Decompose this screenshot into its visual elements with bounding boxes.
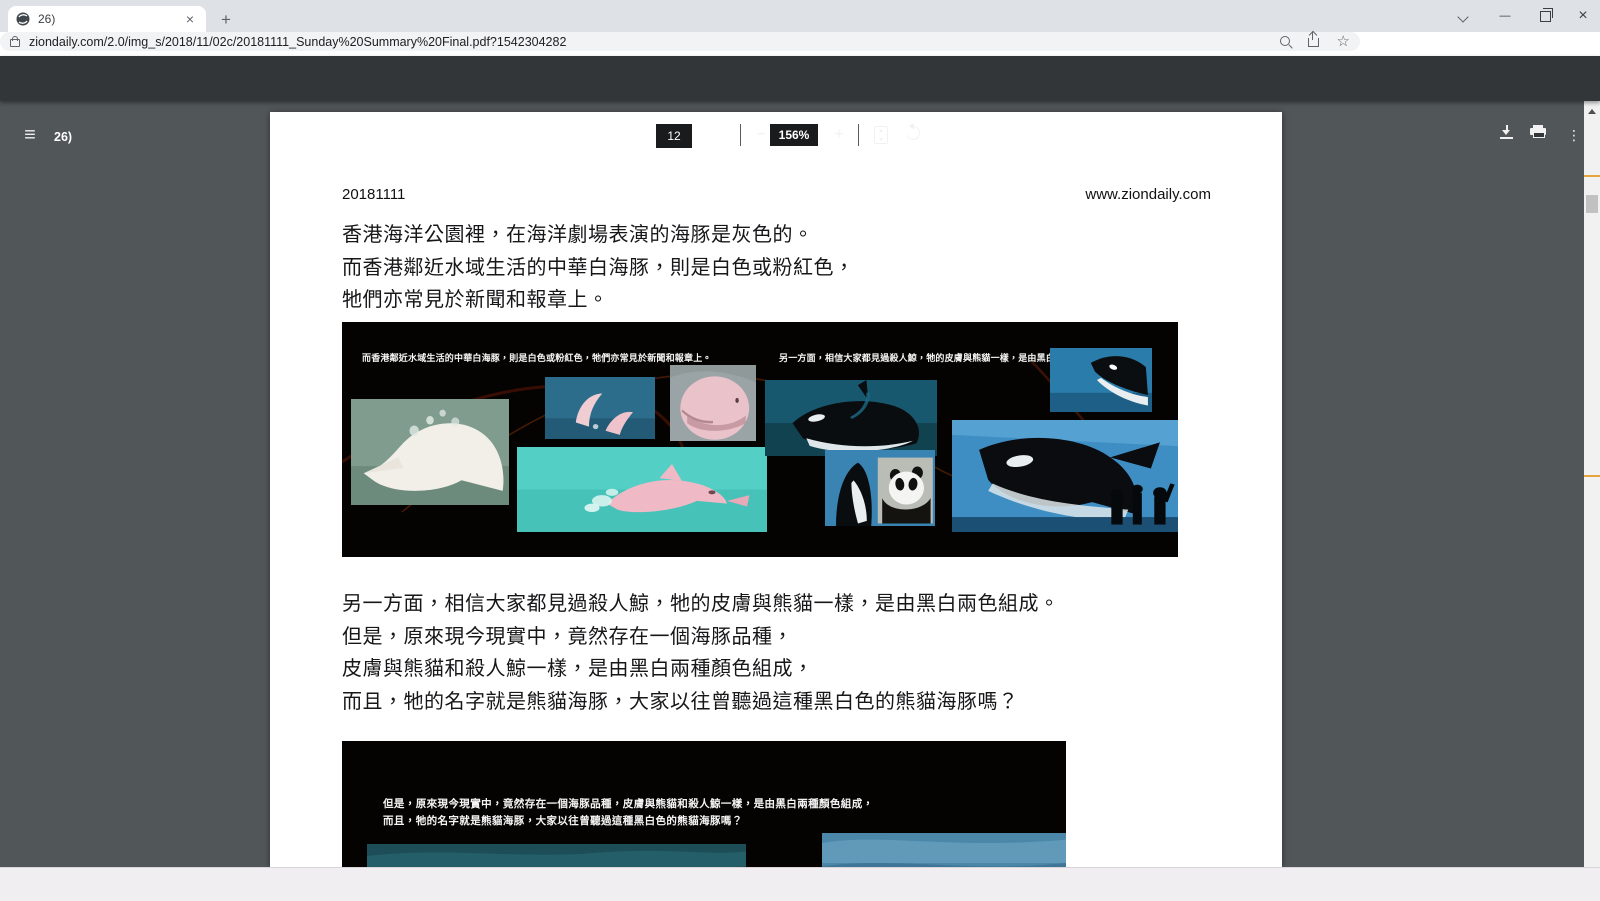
pdf-viewport[interactable]: 20181111 www.ziondaily.com 香港海洋公園裡，在海洋劇場… — [0, 101, 1600, 867]
pdf-document-title: 26) — [54, 130, 73, 144]
url-text[interactable]: ziondaily.com/2.0/img_s/2018/11/02c/2018… — [29, 35, 1262, 49]
photo-two-pink-dolphins-leaping — [545, 377, 655, 439]
window-close-button[interactable]: × — [1568, 4, 1598, 28]
document-date: 20181111 — [342, 186, 406, 203]
fit-to-page-button[interactable] — [874, 126, 888, 144]
document-site: www.ziondaily.com — [1085, 186, 1211, 203]
bookmark-star-button[interactable]: ☆ — [1337, 32, 1350, 50]
page-total-label: / 107 — [696, 130, 724, 144]
pdf-page: 20181111 www.ziondaily.com 香港海洋公園裡，在海洋劇場… — [270, 112, 1282, 867]
site-favicon — [16, 12, 30, 26]
slide-image-panda-dolphin: 但是，原來現今現實中，竟然存在一個海豚品種，皮膚與熊貓和殺人鯨一樣，是由黑白兩種… — [342, 741, 1066, 867]
collage2-caption-line2: 而且，牠的名字就是熊貓海豚，大家以往曾聽過這種黑白色的熊貓海豚嗎？ — [383, 815, 743, 827]
collage-caption-left: 而香港鄰近水域生活的中華白海豚，則是白色或粉紅色，牠們亦常見於新聞和報章上。 — [362, 353, 712, 363]
toolbar-divider — [740, 124, 741, 146]
lock-icon — [10, 36, 20, 47]
scrollbar-up-arrow[interactable] — [1588, 109, 1596, 114]
pdf-more-menu-button[interactable]: ⋮ — [1566, 124, 1582, 146]
browser-addressbar: ← → ↻ ziondaily.com/2.0/img_s/2018/11/02… — [0, 31, 1600, 86]
text-line: 香港海洋公園裡，在海洋劇場表演的海豚是灰色的。 — [342, 224, 814, 246]
tab-search-chevron-icon[interactable] — [1448, 4, 1478, 28]
photo-pink-dolphin-turquoise — [517, 447, 767, 532]
window-restore-button[interactable] — [1530, 4, 1560, 28]
pdf-menu-toggle[interactable]: ≡ — [18, 125, 42, 145]
paragraph-1: 香港海洋公園裡，在海洋劇場表演的海豚是灰色的。 而香港鄰近水域生活的中華白海豚，… — [342, 219, 1242, 317]
slide-image-dolphins-orcas: 而香港鄰近水域生活的中華白海豚，則是白色或粉紅色，牠們亦常見於新聞和報章上。 另… — [342, 322, 1178, 557]
photo-white-dolphin-surfacing — [351, 399, 509, 505]
collage2-caption-line1: 但是，原來現今現實中，竟然存在一個海豚品種，皮膚與熊貓和殺人鯨一樣，是由黑白兩種… — [383, 798, 874, 810]
text-line: 牠們亦常見於新聞和報章上。 — [342, 289, 609, 311]
zoom-level-value[interactable]: 156% — [770, 124, 818, 146]
scrollbar-thumb[interactable] — [1586, 195, 1598, 213]
photo-orca-head-surface — [1050, 348, 1152, 412]
document-header: 20181111 www.ziondaily.com — [270, 186, 1282, 203]
pdf-toolbar: ≡ 26) / 107 − 156% + ⋮ — [0, 56, 1600, 148]
text-line: 但是，原來現今現實中，竟然存在一個海豚品種， — [342, 625, 793, 648]
paragraph-2: 另一方面，相信大家都見過殺人鯨，牠的皮膚與熊貓一樣，是由黑白兩色組成。 但是，原… — [342, 588, 1242, 718]
pdf-scrollbar[interactable] — [1584, 101, 1600, 867]
zoom-in-button[interactable]: + — [828, 124, 850, 146]
print-button[interactable] — [1530, 125, 1546, 138]
photo-pink-dolphin-face — [670, 365, 756, 441]
new-tab-button[interactable]: + — [214, 8, 238, 32]
url-omnibox[interactable]: ziondaily.com/2.0/img_s/2018/11/02c/2018… — [0, 31, 1360, 51]
window-minimize-button[interactable]: — — [1490, 4, 1520, 28]
page-number-input[interactable] — [656, 124, 692, 148]
share-icon — [1307, 31, 1319, 47]
browser-titlebar: 26) × + — × — [0, 0, 1600, 32]
photo-orca-and-panda — [825, 450, 935, 526]
text-line: 皮膚與熊貓和殺人鯨一樣，是由黑白兩種顏色組成， — [342, 658, 814, 680]
magnifier-icon — [1279, 36, 1290, 46]
text-line: 另一方面，相信大家都見過殺人鯨，牠的皮膚與熊貓一樣，是由黑白兩色組成。 — [342, 593, 1060, 615]
photo-dark-sea — [367, 844, 746, 867]
photo-blue-sea — [822, 833, 1066, 867]
tab-close-icon[interactable]: × — [182, 11, 198, 27]
photo-orca-tank-spectators — [952, 420, 1178, 532]
scrollbar-find-marker — [1584, 475, 1600, 477]
scrollbar-find-marker — [1584, 175, 1600, 177]
tab-title: 26) — [38, 12, 56, 26]
share-button[interactable] — [1307, 31, 1319, 50]
zoom-out-button[interactable]: − — [750, 124, 772, 146]
browser-tab[interactable]: 26) × — [8, 6, 206, 32]
windows-taskbar — [0, 867, 1600, 901]
restore-icon — [1539, 8, 1553, 22]
text-line: 而且，牠的名字就是熊貓海豚，大家以往曾聽過這種黑白色的熊貓海豚嗎？ — [342, 690, 1019, 713]
chevron-down-icon — [1457, 11, 1469, 23]
text-line: 而香港鄰近水域生活的中華白海豚，則是白色或粉紅色， — [342, 256, 855, 279]
zoom-page-button[interactable] — [1279, 34, 1290, 49]
toolbar-divider — [858, 124, 859, 146]
photo-orca-underwater — [765, 380, 937, 456]
download-button[interactable] — [1500, 125, 1513, 139]
